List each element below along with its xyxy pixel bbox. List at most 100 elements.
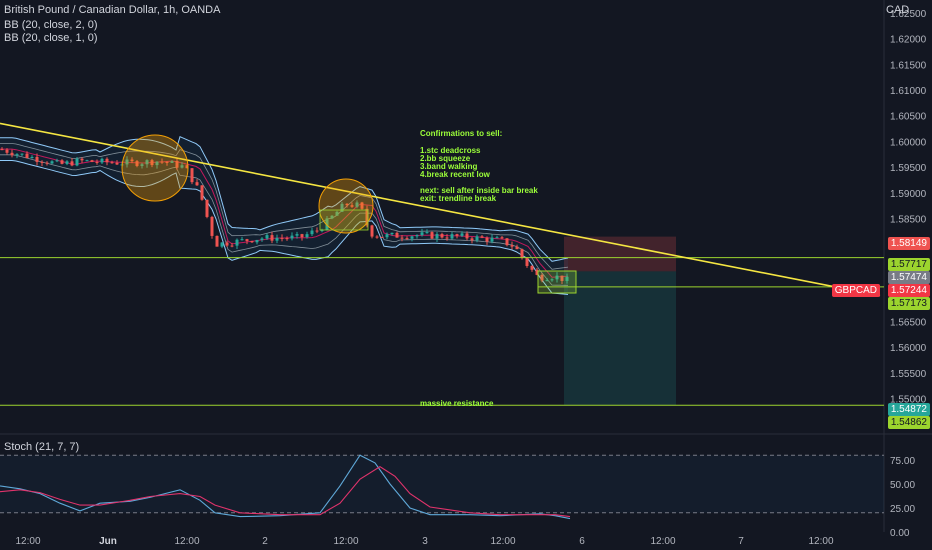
candle-body-9 (45, 162, 49, 164)
candle-body-38 (190, 168, 194, 183)
resistance-green-label: 1.54862 (887, 416, 930, 429)
candle-body-84 (420, 232, 424, 236)
candle-body-80 (400, 237, 404, 239)
candle-body-97 (485, 237, 489, 242)
candle-body-17 (85, 160, 89, 162)
candle-body-78 (390, 232, 394, 235)
time-tick-4: 12:00 (333, 536, 358, 547)
candle-body-46 (230, 245, 234, 247)
candle-body-47 (235, 239, 239, 246)
symbol-label: GBPCAD (831, 284, 880, 297)
candle-body-15 (75, 158, 79, 166)
squeeze-box (319, 209, 369, 231)
chart-svg[interactable]: 75.0050.0025.000.00 1.625001.620001.6150… (0, 0, 932, 550)
candle-body-3 (15, 154, 19, 156)
candle-body-6 (30, 156, 34, 158)
stoch-tick-3: 0.00 (890, 528, 910, 539)
candle-body-41 (205, 199, 209, 217)
candle-body-23 (115, 162, 119, 165)
candle-body-10 (50, 161, 54, 164)
candle-body-99 (495, 237, 499, 239)
resistance-label: massive resistance (420, 399, 494, 408)
candle-body-22 (110, 162, 114, 164)
candle-body-77 (385, 234, 389, 238)
price-tick-2: 1.61500 (890, 60, 927, 71)
price-tick-12: 1.56500 (890, 317, 927, 328)
candle-body-100 (500, 237, 504, 239)
price-tick-1: 1.62000 (890, 35, 927, 46)
resistance-teal-label: 1.54872 (887, 403, 930, 416)
candle-body-8 (40, 161, 44, 163)
candle-body-103 (515, 246, 519, 250)
candle-body-7 (35, 156, 39, 162)
candle-body-105 (525, 257, 529, 266)
candle-body-55 (275, 237, 279, 241)
stop-zone (564, 236, 676, 272)
candle-body-11 (55, 160, 59, 162)
candle-body-101 (505, 238, 509, 246)
candle-body-42 (210, 216, 214, 236)
price-tick-3: 1.61000 (890, 86, 927, 97)
candle-body-88 (440, 234, 444, 238)
price-tick-7: 1.59000 (890, 189, 927, 200)
stoch-tick-1: 50.00 (890, 480, 915, 491)
time-tick-6: 12:00 (490, 536, 515, 547)
stoch-tick-0: 75.00 (890, 456, 915, 467)
upper-green-price-label: 1.57717 (887, 258, 930, 271)
candle-body-74 (370, 225, 374, 237)
candle-body-5 (25, 153, 29, 158)
time-tick-5: 3 (422, 536, 428, 547)
candle-body-20 (100, 158, 104, 163)
candle-body-57 (285, 238, 289, 240)
candle-body-98 (490, 237, 494, 242)
time-tick-10: 12:00 (808, 536, 833, 547)
price-tick-8: 1.58500 (890, 215, 927, 226)
confirmations-title: Confirmations to sell: (420, 129, 502, 138)
candle-body-21 (105, 158, 109, 163)
time-tick-7: 6 (579, 536, 585, 547)
candle-body-85 (425, 232, 429, 234)
price-tick-6: 1.59500 (890, 163, 927, 174)
target-zone (564, 271, 676, 406)
candle-body-2 (10, 152, 14, 156)
candle-body-52 (260, 238, 264, 240)
candle-body-45 (225, 242, 229, 246)
candle-body-63 (315, 230, 319, 232)
candle-body-106 (530, 265, 534, 270)
candle-body-58 (290, 235, 294, 239)
candle-body-62 (310, 230, 314, 235)
candle-body-102 (510, 245, 514, 247)
candle-body-0 (0, 149, 4, 151)
confirmation-4: 4.break recent low (420, 170, 491, 179)
position-zones (564, 236, 676, 406)
candle-body-95 (475, 236, 479, 241)
candle-body-1 (5, 149, 9, 153)
candle-body-50 (250, 240, 254, 243)
stoch-title[interactable]: Stoch (21, 7, 7) (4, 441, 79, 453)
candle-body-79 (395, 232, 399, 238)
candle-body-19 (95, 161, 99, 163)
candle-body-89 (445, 237, 449, 239)
time-tick-0: 12:00 (15, 536, 40, 547)
candle-body-18 (90, 160, 94, 162)
candle-body-94 (470, 238, 474, 241)
candle-body-49 (245, 239, 249, 241)
price-tick-5: 1.60000 (890, 137, 927, 148)
indicator-bb-2[interactable]: BB (20, close, 2, 0) (4, 19, 98, 31)
candle-body-91 (455, 234, 459, 236)
lower-green-price-label: 1.57173 (887, 297, 930, 310)
symbol-title[interactable]: British Pound / Canadian Dollar, 1h, OAN… (4, 4, 220, 16)
candle-body-61 (305, 234, 309, 238)
candle-body-96 (480, 236, 484, 238)
price-tick-14: 1.55500 (890, 369, 927, 380)
candle-body-56 (280, 237, 284, 239)
candle-body-48 (240, 239, 244, 241)
candle-body-51 (255, 239, 259, 243)
entry-price-label: 1.57474 (887, 271, 930, 284)
time-tick-2: 12:00 (174, 536, 199, 547)
candle-body-90 (450, 234, 454, 239)
candle-body-43 (215, 235, 219, 247)
time-tick-1: Jun (99, 536, 117, 547)
indicator-bb-1[interactable]: BB (20, close, 1, 0) (4, 32, 98, 44)
current-price-label: 1.57244 (887, 284, 930, 297)
